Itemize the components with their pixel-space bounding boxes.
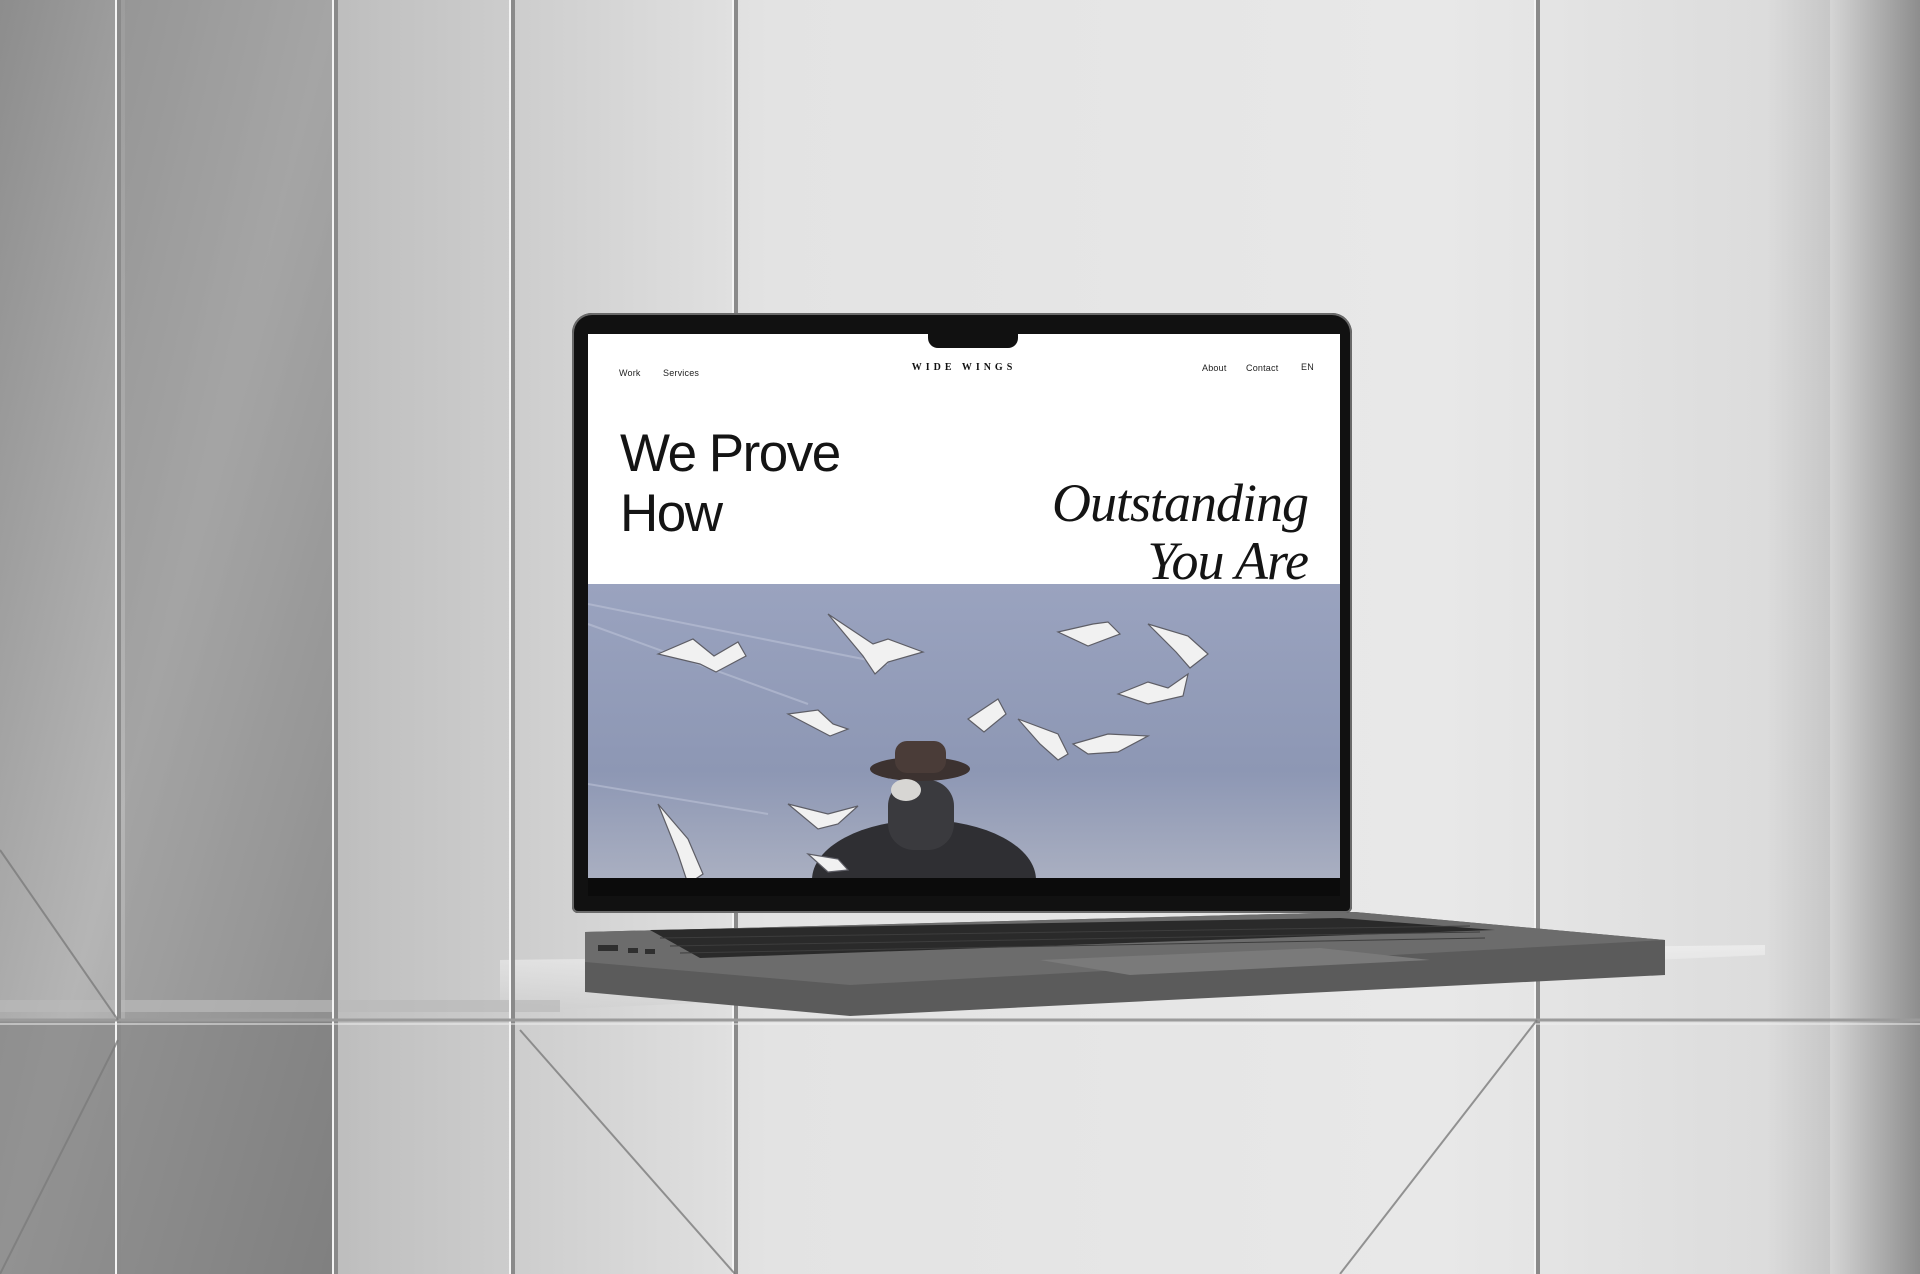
camera-notch (928, 330, 1018, 348)
nav-link-contact[interactable]: Contact (1246, 363, 1278, 373)
hero-headline-right: Outstanding You Are (948, 473, 1309, 591)
nav-link-about[interactable]: About (1202, 363, 1227, 373)
hero-headline-left: We Prove How (620, 424, 940, 544)
brand-logo[interactable]: WIDE WINGS (588, 362, 1340, 373)
hero-line: How (620, 484, 723, 543)
hero-line-italic: You Are (1147, 531, 1309, 591)
language-switch[interactable]: EN (1301, 362, 1314, 372)
website-page: Work Services WIDE WINGS About Contact E… (588, 334, 1340, 896)
hero-line: We Prove (620, 424, 841, 483)
mockup-scene: Work Services WIDE WINGS About Contact E… (0, 0, 1920, 1274)
hero-line-italic: Outstanding (1051, 473, 1309, 533)
hero-photo (588, 584, 1340, 896)
screen-bezel-bottom (588, 878, 1340, 896)
